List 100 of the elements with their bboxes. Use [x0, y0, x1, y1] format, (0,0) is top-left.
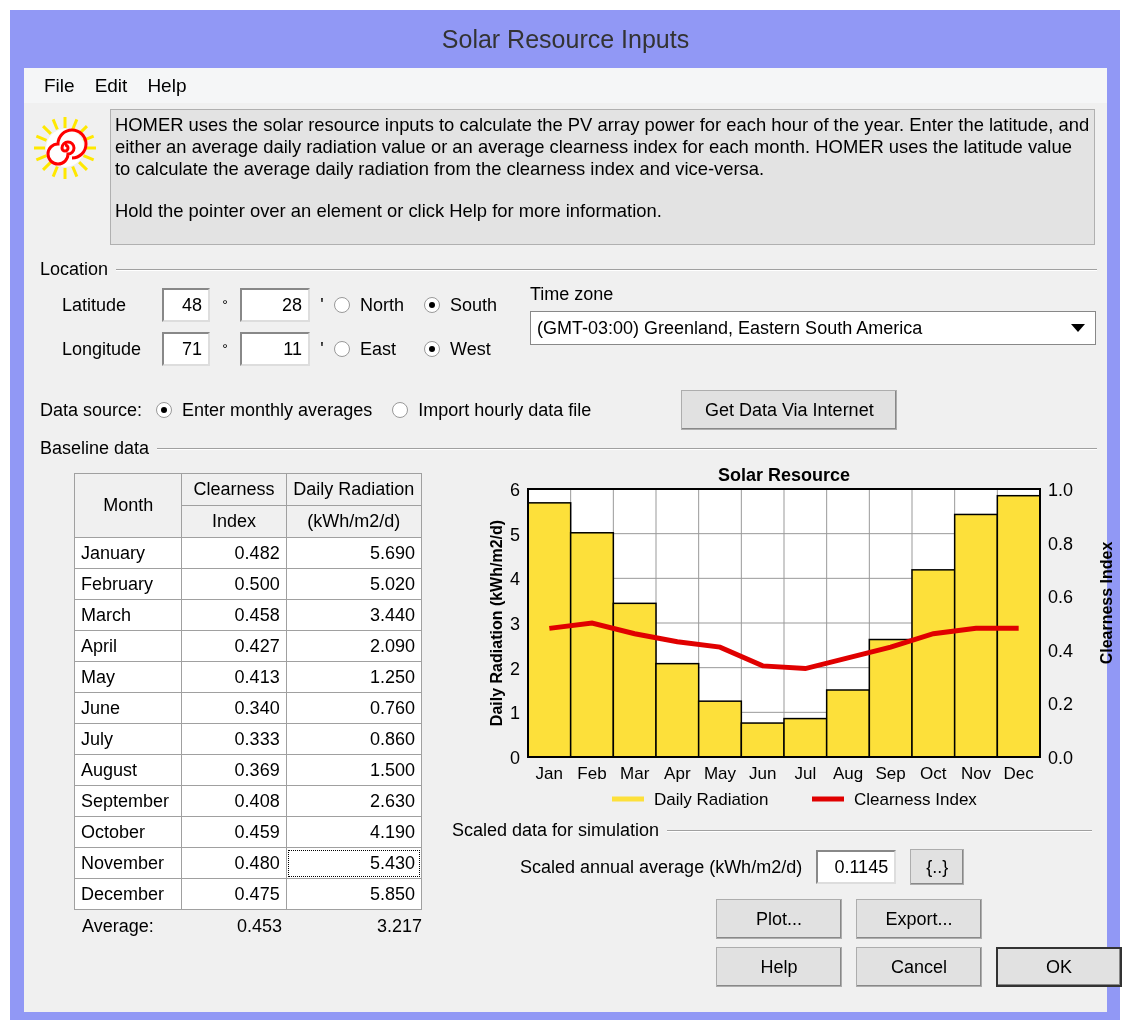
radio-button[interactable] [156, 402, 173, 418]
minute-mark: ' [319, 338, 325, 360]
group-title: Scaled data for simulation [452, 820, 660, 841]
option-label: South [450, 294, 498, 316]
field-label: Time zone [530, 284, 615, 305]
field-label: Longitude [62, 338, 143, 360]
x-tick-label: Aug [832, 764, 864, 783]
y-tick-label: 0 [510, 748, 520, 768]
radiation-cell[interactable]: 0.760 [286, 692, 422, 724]
window-title: Solar Resource Inputs [440, 23, 691, 55]
radiation-cell[interactable]: 0.860 [286, 723, 422, 755]
month-cell: June [74, 692, 182, 724]
radiation-cell[interactable]: 5.850 [286, 878, 422, 910]
month-cell: August [74, 754, 182, 786]
radiation-cell[interactable]: 1.500 [286, 754, 422, 786]
average-value: 0.453 [235, 916, 282, 937]
legend-label: Daily Radiation [654, 790, 769, 809]
month-cell: April [74, 630, 182, 662]
radiation-cell[interactable]: 2.630 [286, 785, 422, 817]
radio-button[interactable] [334, 341, 350, 357]
y2-tick-label: 0.4 [1048, 640, 1074, 661]
x-tick-label: Jul [794, 764, 817, 783]
menu-item[interactable]: Edit [86, 72, 136, 99]
column-header: Month [74, 473, 182, 538]
y2-tick-label: 0.8 [1048, 533, 1074, 554]
option-label: East [360, 338, 397, 360]
scaled-average-field[interactable]: 0.1145 [816, 850, 897, 884]
menu-item[interactable]: Help [139, 72, 195, 99]
y2-axis-label: Clearness Index [1098, 541, 1112, 665]
minutes-field[interactable]: 11 [240, 332, 310, 366]
field-label: Latitude [62, 294, 128, 316]
dialog-button[interactable]: Help [716, 947, 842, 987]
y-axis-label: Daily Radiation (kWh/m2/d) [488, 519, 505, 727]
clearness-cell[interactable]: 0.340 [181, 692, 287, 724]
dialog-button[interactable]: Export... [856, 899, 982, 939]
clearness-cell[interactable]: 0.458 [181, 599, 287, 631]
x-tick-label: Jan [535, 764, 564, 783]
y-tick-label: 5 [510, 524, 520, 545]
y-tick-label: 4 [510, 569, 520, 590]
radiation-cell[interactable]: 5.020 [286, 568, 422, 600]
clearness-cell[interactable]: 0.500 [181, 568, 287, 600]
x-tick-label: Sep [875, 764, 906, 783]
legend-swatch [812, 796, 844, 802]
degrees-field[interactable]: 71 [162, 332, 210, 366]
radiation-cell[interactable]: 2.090 [286, 630, 422, 662]
radiation-cell[interactable]: 1.250 [286, 661, 422, 693]
column-header: Index [181, 505, 287, 538]
radio-button[interactable] [392, 402, 409, 418]
y-tick-label: 6 [510, 480, 520, 500]
clearness-cell[interactable]: 0.333 [181, 723, 287, 755]
radiation-cell[interactable]: 3.440 [286, 599, 422, 631]
x-tick-label: Nov [960, 764, 992, 783]
get-data-button[interactable]: Get Data Via Internet [681, 390, 898, 430]
option-label: Import hourly data file [418, 399, 592, 421]
dialog-button[interactable]: Plot... [716, 899, 842, 939]
x-tick-label: Mar [620, 764, 650, 783]
clearness-cell[interactable]: 0.459 [181, 816, 287, 848]
radiation-cell[interactable]: 4.190 [286, 816, 422, 848]
field-label: Data source: [40, 399, 143, 421]
dialog-button[interactable]: OK [996, 947, 1122, 987]
x-tick-label: Feb [577, 764, 607, 783]
sensitivity-button[interactable]: {..} [910, 849, 965, 885]
degree-mark: ° [221, 341, 229, 357]
menu-item[interactable]: File [36, 72, 83, 99]
radio-button[interactable] [334, 297, 350, 313]
column-header: Daily Radiation [286, 473, 422, 506]
column-header: (kWh/m2/d) [286, 505, 422, 538]
x-tick-label: Jun [748, 764, 777, 783]
average-value: 3.217 [375, 916, 422, 937]
average-label: Average: [81, 916, 155, 937]
y-tick-label: 1 [510, 703, 520, 724]
radiation-cell[interactable]: 5.690 [286, 537, 422, 569]
radio-button[interactable] [424, 297, 440, 313]
degrees-field[interactable]: 48 [162, 288, 210, 322]
clearness-cell[interactable]: 0.413 [181, 661, 287, 693]
month-cell: March [74, 599, 182, 631]
month-cell: July [74, 723, 182, 755]
minutes-field[interactable]: 28 [240, 288, 310, 322]
y-tick-label: 3 [510, 614, 520, 634]
time-zone-dropdown[interactable]: (GMT-03:00) Greenland, Eastern South America [530, 311, 1096, 345]
clearness-cell[interactable]: 0.427 [181, 630, 287, 662]
dialog-button[interactable]: Cancel [856, 947, 982, 987]
x-tick-label: Dec [1003, 764, 1034, 783]
clearness-cell[interactable]: 0.480 [181, 847, 287, 879]
radiation-cell[interactable]: 5.430 [286, 847, 422, 879]
group-title: Baseline data [40, 438, 150, 459]
dropdown-arrow-icon [1071, 324, 1085, 332]
y2-tick-label: 0.0 [1048, 748, 1074, 768]
info-text: HOMER uses the solar resource inputs to calculate the PV array power for each hour of the year. Enter the latitude, and either an average daily radiation value or an average clearness index for each month. HOMER uses the latitude value to calculate the average daily radiation from the clearness index and vice-versa. [115, 114, 1090, 180]
column-header: Clearness [181, 473, 287, 506]
clearness-cell[interactable]: 0.482 [181, 537, 287, 569]
clearness-cell[interactable]: 0.475 [181, 878, 287, 910]
legend-swatch [612, 796, 644, 802]
clearness-cell[interactable]: 0.369 [181, 754, 287, 786]
chart-title: Solar Resource [717, 465, 851, 485]
y2-tick-label: 1.0 [1048, 480, 1074, 500]
radio-button[interactable] [424, 341, 440, 357]
legend-label: Clearness Index [854, 790, 977, 809]
clearness-cell[interactable]: 0.408 [181, 785, 287, 817]
x-tick-label: Apr [664, 764, 691, 783]
